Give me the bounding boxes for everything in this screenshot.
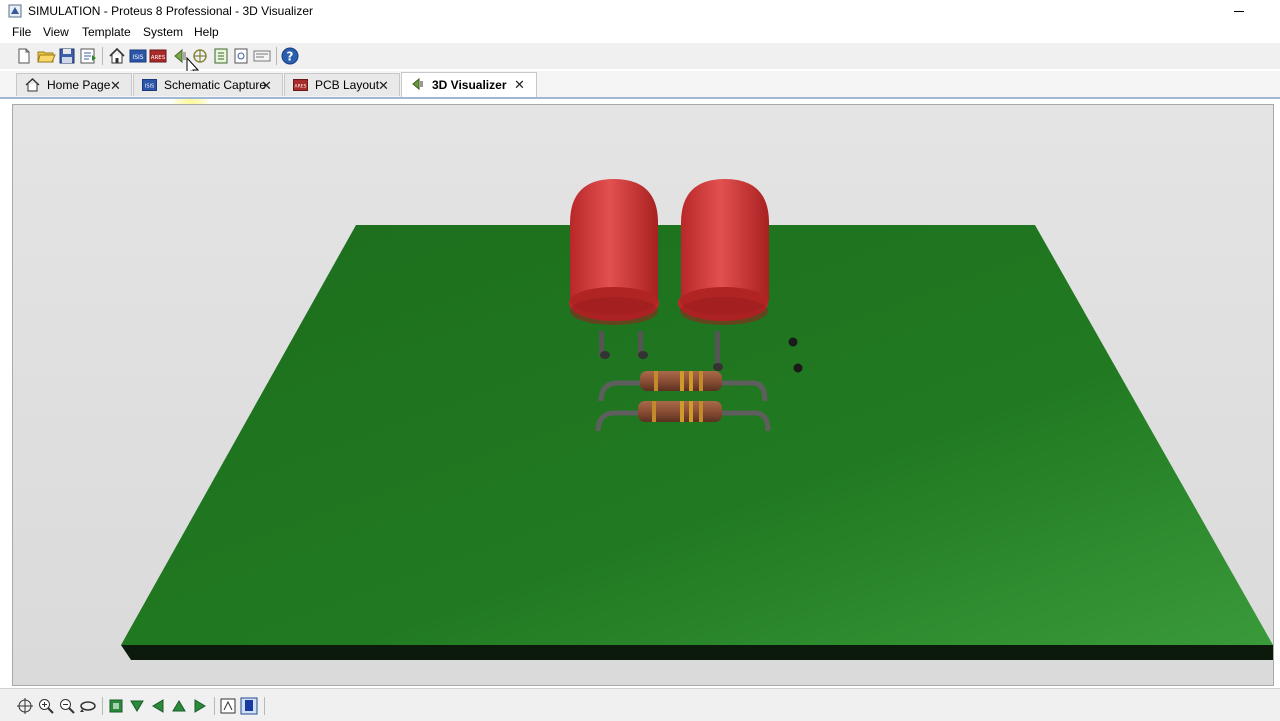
pcb-pad [788,337,798,347]
pan-icon[interactable] [16,697,34,715]
schematic-icon: ISIS [142,79,157,91]
3d-scene [121,179,1273,660]
ares-pcb-icon[interactable]: ARES [148,46,168,66]
menu-view[interactable]: View [43,25,69,39]
zoom-in-icon[interactable] [37,697,55,715]
isis-schematic-icon[interactable]: ISIS [128,46,148,66]
close-icon[interactable]: ✕ [110,78,121,94]
pcb-pad [793,363,803,373]
tab-schematic-capture[interactable]: ISIS Schematic Capture ✕ [133,73,283,96]
window-title: SIMULATION - Proteus 8 Professional - 3D… [28,4,313,18]
toolbar-separator [102,47,103,65]
menu-system[interactable]: System [143,25,183,39]
svg-text:ISIS: ISIS [132,54,143,61]
home-icon [25,78,40,92]
help-icon[interactable]: ? [280,46,300,66]
toolbar-separator [264,697,265,715]
menu-bar: File View Template System Help [0,22,1280,42]
view-toolbar [0,688,1280,721]
view-right-icon[interactable] [191,697,209,715]
design-explorer-icon[interactable] [231,46,251,66]
title-bar: SIMULATION - Proteus 8 Professional - 3D… [0,0,1280,22]
home-icon[interactable] [107,46,127,66]
view-top-icon[interactable] [107,697,125,715]
svg-text:?: ? [287,50,294,64]
tab-label: Home Page [47,78,111,92]
show-components-icon[interactable] [240,697,258,715]
view-front-icon[interactable] [128,697,146,715]
3d-viewport[interactable] [12,104,1274,686]
open-folder-icon[interactable] [36,46,56,66]
document-tabs: Home Page ✕ ISIS Schematic Capture ✕ ARE… [0,71,1280,99]
menu-help[interactable]: Help [194,25,219,39]
menu-template[interactable]: Template [82,25,131,39]
rotate-icon[interactable] [79,697,97,715]
toolbar-separator [276,47,277,65]
svg-text:ARES: ARES [295,84,307,90]
svg-text:ISIS: ISIS [145,84,154,90]
close-icon[interactable]: ✕ [261,78,272,94]
pcb-icon: ARES [293,79,308,91]
close-icon[interactable]: ✕ [514,77,525,93]
proteus-app-icon [8,4,22,18]
save-icon[interactable] [57,46,77,66]
new-file-icon[interactable] [14,46,34,66]
svg-text:ARES: ARES [151,55,166,61]
visualizer-icon [412,77,423,91]
main-toolbar: ISIS ARES ? [0,43,1280,119]
tab-label: 3D Visualizer [432,78,507,92]
view-back-icon[interactable] [170,697,188,715]
tab-3d-visualizer[interactable]: 3D Visualizer ✕ [401,72,537,97]
code-icon[interactable] [252,46,272,66]
tab-home-page[interactable]: Home Page ✕ [16,73,132,96]
import-icon[interactable] [78,46,98,66]
minimize-button[interactable] [1228,0,1250,22]
zoom-out-icon[interactable] [58,697,76,715]
bom-icon[interactable] [211,46,231,66]
toolbar-separator [102,697,103,715]
board-view-icon[interactable] [219,697,237,715]
menu-file[interactable]: File [12,25,31,39]
tab-label: Schematic Capture [164,78,267,92]
tab-pcb-layout[interactable]: ARES PCB Layout ✕ [284,73,400,96]
toolbar-separator [214,697,215,715]
close-icon[interactable]: ✕ [378,78,389,94]
tab-label: PCB Layout [315,78,380,92]
view-left-icon[interactable] [149,697,167,715]
